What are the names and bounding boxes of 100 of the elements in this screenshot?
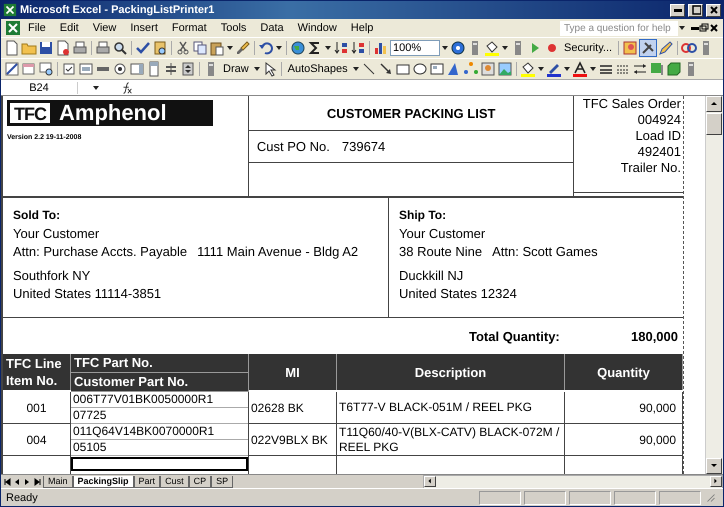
sort-descending-icon[interactable] — [350, 40, 366, 56]
scroll-right-button[interactable] — [710, 476, 722, 486]
sold-to-name: Your Customer — [13, 225, 100, 243]
city-state: Southfork NY — [13, 267, 92, 285]
sheet-tab[interactable]: Part — [134, 476, 160, 488]
security-button[interactable]: Security... — [561, 42, 616, 54]
caret-icon[interactable] — [352, 65, 360, 73]
fill-color-icon[interactable] — [520, 61, 536, 77]
menu-item[interactable]: Edit — [52, 22, 86, 34]
spin-button-icon[interactable] — [180, 61, 196, 77]
list-box-icon[interactable] — [129, 61, 145, 77]
form-title: CUSTOMER PACKING LIST — [248, 96, 574, 131]
line-icon[interactable] — [360, 61, 377, 77]
table-cell: 02628 BK — [249, 392, 337, 424]
caret-icon[interactable] — [441, 44, 449, 52]
scroll-down-button[interactable] — [706, 458, 722, 474]
city-state: Duckkill NJ — [399, 267, 464, 285]
sheet-tab[interactable]: PackingSlip — [72, 476, 134, 488]
caret-icon[interactable] — [275, 44, 283, 52]
3d-icon[interactable] — [666, 61, 682, 77]
help-icon[interactable] — [450, 40, 466, 56]
menu-item[interactable]: View — [86, 22, 124, 34]
sheet-tab[interactable]: CP — [188, 476, 212, 488]
last-sheet-icon[interactable] — [33, 478, 41, 486]
scroll-left-button[interactable] — [424, 476, 436, 486]
caret-icon[interactable] — [92, 84, 100, 92]
minimize-icon — [674, 8, 682, 12]
table-cell: 90,000 — [565, 424, 683, 456]
workbook-icon[interactable] — [5, 20, 21, 36]
caret-icon[interactable] — [226, 44, 234, 52]
previous-sheet-icon[interactable] — [13, 478, 21, 486]
undo-icon[interactable] — [258, 40, 274, 56]
restricted-page-icon[interactable] — [55, 40, 71, 56]
next-sheet-icon[interactable] — [23, 478, 31, 486]
spelling-icon[interactable] — [135, 40, 151, 56]
scroll-thumb[interactable] — [706, 113, 722, 135]
menu-item[interactable]: Window — [290, 22, 344, 34]
format-painter-icon[interactable] — [235, 40, 251, 56]
sheet-tab[interactable]: Main — [43, 476, 73, 488]
menu-item[interactable]: Help — [344, 22, 380, 34]
cut-icon[interactable] — [175, 40, 191, 56]
caret-icon[interactable] — [562, 65, 571, 73]
oval-icon[interactable] — [412, 61, 428, 77]
minimize-icon[interactable] — [691, 26, 699, 30]
arrow-icon[interactable] — [378, 61, 394, 77]
maximize-button[interactable] — [688, 4, 703, 16]
menu-item[interactable]: Insert — [123, 22, 165, 34]
caret-icon[interactable] — [536, 65, 545, 73]
total-quantity-value: 180,000 — [630, 328, 679, 344]
zoom-dropdown[interactable]: 100% — [390, 40, 440, 56]
fill-color-icon[interactable] — [484, 40, 500, 56]
copy-icon[interactable] — [192, 40, 208, 56]
sheet-tab[interactable]: SP — [211, 476, 234, 488]
printer-icon[interactable] — [72, 40, 88, 56]
column-header: Description — [337, 354, 565, 390]
sales-order-value: 004924 — [638, 112, 681, 128]
menu-item[interactable]: File — [21, 22, 53, 34]
checkbox-icon[interactable] — [61, 61, 77, 77]
menu-item[interactable]: Tools — [214, 22, 254, 34]
line-color-icon[interactable] — [546, 61, 562, 77]
menu-item[interactable]: Data — [253, 22, 291, 34]
help-search-field[interactable]: Type a question for help — [560, 20, 678, 36]
chart-icon[interactable] — [373, 40, 389, 56]
font-color-icon[interactable] — [572, 61, 588, 77]
draw-menu[interactable]: Draw — [220, 63, 252, 75]
sheet-tab[interactable]: Cust — [160, 476, 189, 488]
close-button[interactable] — [706, 4, 721, 16]
sales-order-label: TFC Sales Order — [582, 96, 681, 112]
column-header: TFC Line Item No. — [3, 354, 71, 390]
tools-icon[interactable] — [640, 40, 656, 56]
image-icon[interactable] — [496, 61, 513, 77]
print-icon[interactable] — [95, 40, 111, 56]
table-cell: 006T77V01BK0050000R1 — [71, 392, 248, 408]
caret-icon[interactable] — [588, 65, 597, 73]
scroll-up-button[interactable] — [706, 96, 722, 112]
close-icon[interactable] — [709, 23, 719, 33]
restore-icon[interactable] — [699, 23, 709, 33]
radio-button-icon[interactable] — [112, 61, 128, 77]
caret-icon[interactable] — [252, 65, 261, 73]
caret-icon[interactable] — [501, 44, 509, 52]
arrow-style-icon[interactable] — [632, 61, 648, 77]
table-cell: 022V9BLX BK — [249, 424, 337, 456]
paste-icon[interactable] — [209, 40, 225, 56]
menu-item[interactable]: Format — [164, 22, 214, 34]
excel-icon — [3, 3, 17, 17]
column-header: Quantity — [565, 354, 683, 390]
text-box-icon[interactable] — [428, 61, 445, 77]
autoshapes-menu[interactable]: AutoShapes — [284, 63, 351, 75]
sort-ascending-icon[interactable] — [333, 40, 349, 56]
textbox-icon[interactable] — [78, 61, 94, 77]
print-preview-icon[interactable] — [112, 40, 128, 56]
new-page-icon[interactable] — [4, 40, 20, 56]
links-icon[interactable] — [681, 40, 698, 56]
minimize-button[interactable] — [670, 4, 685, 16]
first-sheet-icon[interactable] — [3, 478, 11, 486]
caret-icon[interactable] — [324, 44, 332, 52]
status-panel — [569, 490, 611, 504]
active-cell[interactable] — [71, 457, 248, 471]
caret-icon[interactable] — [678, 24, 686, 32]
save-icon[interactable] — [38, 40, 54, 56]
